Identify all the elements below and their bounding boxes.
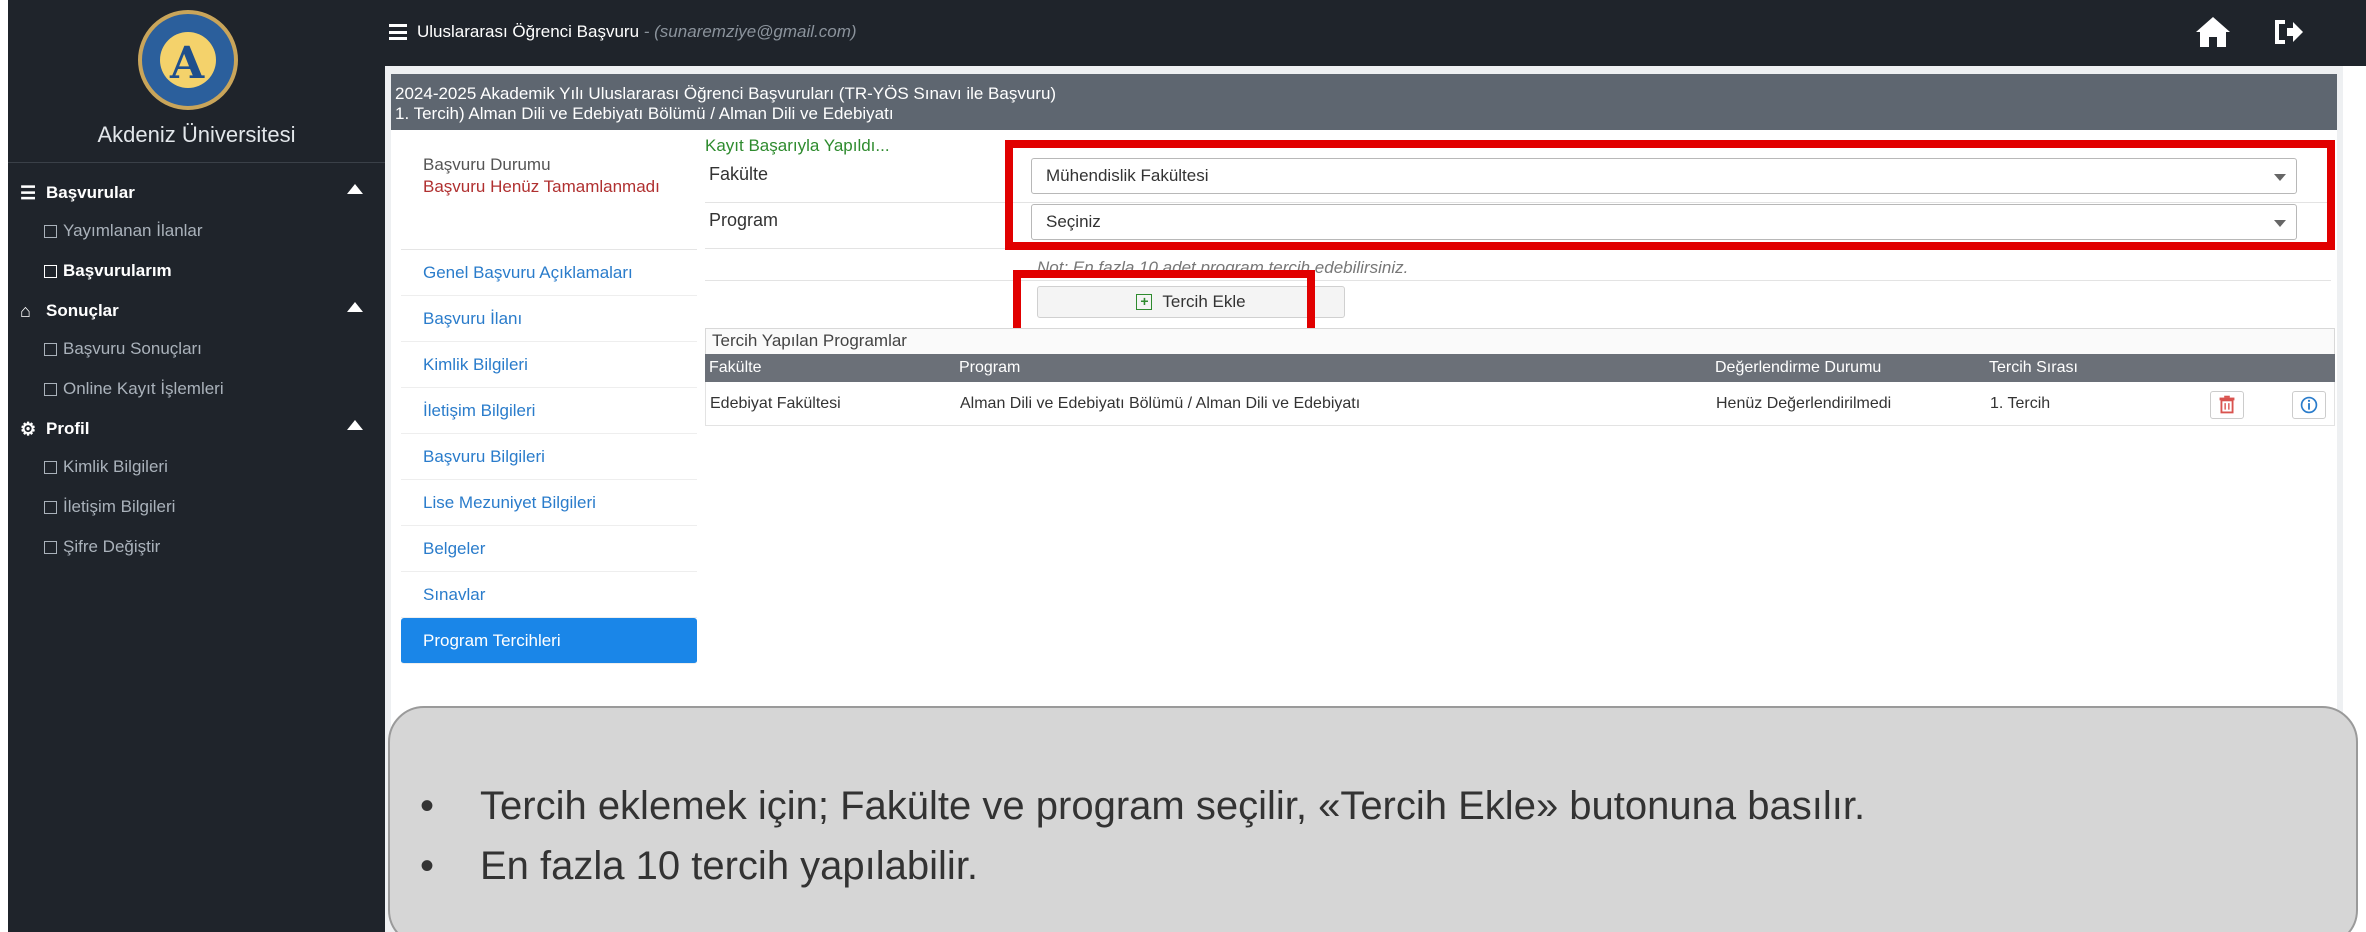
info-icon xyxy=(2300,396,2318,414)
status-value: Başvuru Henüz Tamamlanmadı xyxy=(423,177,660,196)
tab-belgeler[interactable]: Belgeler xyxy=(401,526,697,572)
sidebar-item-label: Online Kayıt İşlemleri xyxy=(63,379,224,398)
instruction-text: Tercih eklemek için; Fakülte ve program … xyxy=(480,784,1866,828)
column-header-status: Değerlendirme Durumu xyxy=(1715,359,1882,376)
chevron-up-icon xyxy=(347,420,363,430)
tab-program-tercihleri[interactable]: Program Tercihleri xyxy=(401,618,697,664)
user-email: - (sunaremziye@gmail.com) xyxy=(639,22,857,41)
sidebar-section-label: Profil xyxy=(46,419,90,438)
sidebar-section-sonuclar[interactable]: ⌂ Sonuçlar xyxy=(20,294,375,328)
tab-lise-mezuniyet-bilgileri[interactable]: Lise Mezuniyet Bilgileri xyxy=(401,480,697,526)
inbox-icon: ⌂ xyxy=(20,300,31,321)
instruction-callout: • Tercih eklemek için; Fakülte ve program… xyxy=(388,706,2358,932)
sidebar-item-basvuru-sonuclari[interactable]: Başvuru Sonuçları xyxy=(44,334,202,364)
square-icon xyxy=(44,264,57,278)
tab-genel-basvuru-aciklamalari[interactable]: Genel Başvuru Açıklamaları xyxy=(401,250,697,296)
sidebar-section-basvurular[interactable]: ☰ Başvurular xyxy=(20,176,375,210)
panel-heading: 2024-2025 Akademik Yılı Uluslararası Öğr… xyxy=(391,74,2337,130)
sidebar-item-sifre-degistir[interactable]: Şifre Değiştir xyxy=(44,532,160,562)
status-title: Başvuru Durumu xyxy=(423,155,551,174)
column-header-order: Tercih Sırası xyxy=(1989,359,2078,376)
sidebar-section-profil[interactable]: ⚙ Profil xyxy=(20,412,375,446)
sidebar-item-iletisim-bilgileri[interactable]: İletişim Bilgileri xyxy=(44,492,175,522)
sidebar-item-online-kayit[interactable]: Online Kayıt İşlemleri xyxy=(44,374,224,404)
info-button[interactable] xyxy=(2292,391,2326,419)
sign-out-icon[interactable] xyxy=(2271,16,2305,48)
university-logo: A xyxy=(138,10,238,110)
cell-faculty: Edebiyat Fakültesi xyxy=(710,395,841,412)
hamburger-menu-icon[interactable] xyxy=(389,24,407,40)
square-icon xyxy=(44,500,57,514)
sidebar-item-label: Başvurularım xyxy=(63,261,172,280)
panel-heading-line1: 2024-2025 Akademik Yılı Uluslararası Öğr… xyxy=(395,84,1057,103)
square-icon xyxy=(44,342,57,356)
instruction-text: En fazla 10 tercih yapılabilir. xyxy=(480,844,979,888)
program-label: Program xyxy=(709,210,779,230)
preferences-table-header: Fakülte Program Değerlendirme Durumu Ter… xyxy=(705,354,2335,382)
sidebar-section-label: Sonuçlar xyxy=(46,301,119,320)
delete-button[interactable] xyxy=(2210,391,2244,419)
preferences-table-title: Tercih Yapılan Programlar xyxy=(705,328,2335,354)
home-icon[interactable] xyxy=(2193,14,2233,50)
chevron-up-icon xyxy=(347,302,363,312)
tab-iletisim-bilgileri[interactable]: İletişim Bilgileri xyxy=(401,388,697,434)
sidebar-item-kimlik-bilgileri[interactable]: Kimlik Bilgileri xyxy=(44,452,168,482)
tab-basvuru-ilani[interactable]: Başvuru İlanı xyxy=(401,296,697,342)
square-icon xyxy=(44,460,57,474)
application-status: Başvuru Durumu Başvuru Henüz Tamamlanmad… xyxy=(401,140,697,250)
trash-icon xyxy=(2219,395,2235,414)
highlight-select-fields xyxy=(1005,140,2335,250)
panel-body: Başvuru Durumu Başvuru Henüz Tamamlanmad… xyxy=(391,130,2337,760)
app-title-text: Uluslararası Öğrenci Başvuru xyxy=(417,22,640,41)
instruction-item: • Tercih eklemek için; Fakülte ve program… xyxy=(420,776,1865,836)
sidebar: A Akdeniz Üniversitesi ☰ Başvurular Yayı… xyxy=(8,0,385,932)
sidebar-divider xyxy=(8,162,385,163)
success-message: Kayıt Başarıyla Yapıldı... xyxy=(705,136,890,155)
sidebar-item-label: Şifre Değiştir xyxy=(63,537,161,556)
column-header-program: Program xyxy=(959,359,1021,376)
square-icon xyxy=(44,382,57,396)
sidebar-item-label: Başvuru Sonuçları xyxy=(63,339,202,358)
sidebar-item-basvurularim[interactable]: Başvurularım xyxy=(44,256,172,286)
column-header-faculty: Fakülte xyxy=(709,359,762,376)
tab-basvuru-bilgileri[interactable]: Başvuru Bilgileri xyxy=(401,434,697,480)
sidebar-item-yayimlanan-ilanlar[interactable]: Yayımlanan İlanlar xyxy=(44,216,203,246)
form-divider xyxy=(705,280,2331,281)
top-bar: Uluslararası Öğrenci Başvuru - (sunaremz… xyxy=(385,0,2366,66)
tab-sinavlar[interactable]: Sınavlar xyxy=(401,572,697,618)
chevron-up-icon xyxy=(347,184,363,194)
sidebar-item-label: İletişim Bilgileri xyxy=(63,497,176,516)
sidebar-item-label: Yayımlanan İlanlar xyxy=(63,221,203,240)
instruction-item: • En fazla 10 tercih yapılabilir. xyxy=(420,836,1865,896)
faculty-label: Fakülte xyxy=(709,164,769,184)
square-icon xyxy=(44,540,57,554)
university-name: Akdeniz Üniversitesi xyxy=(97,122,296,147)
instruction-list: • Tercih eklemek için; Fakülte ve program… xyxy=(420,776,1865,896)
sidebar-item-label: Kimlik Bilgileri xyxy=(63,457,168,476)
sidebar-section-label: Başvurular xyxy=(46,183,135,202)
cell-status: Henüz Değerlendirilmedi xyxy=(1716,395,1892,412)
gears-icon: ⚙ xyxy=(20,418,37,439)
server-icon: ☰ xyxy=(20,182,37,203)
cell-program: Alman Dili ve Edebiyatı Bölümü / Alman D… xyxy=(960,395,1361,412)
cell-order: 1. Tercih xyxy=(1990,395,2051,412)
table-row: Edebiyat Fakültesi Alman Dili ve Edebiya… xyxy=(705,382,2335,426)
tab-kimlik-bilgileri[interactable]: Kimlik Bilgileri xyxy=(401,342,697,388)
square-icon xyxy=(44,224,57,238)
app-title: Uluslararası Öğrenci Başvuru - (sunaremz… xyxy=(417,22,857,42)
panel-heading-line2: 1. Tercih) Alman Dili ve Edebiyatı Bölüm… xyxy=(395,104,894,123)
